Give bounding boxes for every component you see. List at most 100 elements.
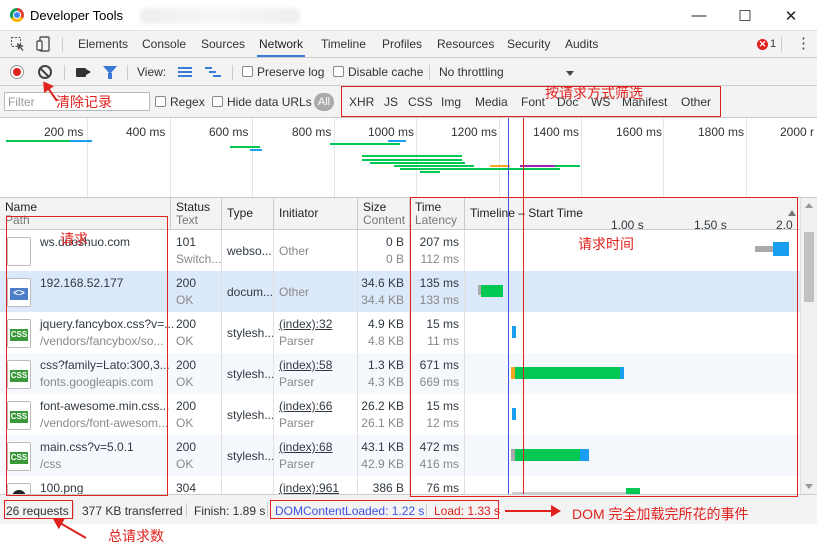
column-type-label: Type [227,206,254,220]
network-overview[interactable]: 200 ms 400 ms 600 ms 800 ms 1000 ms 1200… [0,118,817,198]
size-text: 34.6 KB [361,276,404,290]
initiator-cell[interactable]: (index):32 Parser [274,312,358,353]
overview-gridline [746,118,747,197]
column-status[interactable]: Status Text [171,198,222,230]
overview-tick-label: 200 ms [44,125,84,139]
initiator-cell[interactable]: (index):58 Parser [274,353,358,394]
tab-resources[interactable]: Resources [435,31,496,57]
divider [73,503,74,517]
initiator-cell[interactable]: (index):68 Parser [274,435,358,476]
type-cell: stylesh... [222,435,274,476]
status-cell: 200 OK [171,435,222,476]
column-content-label: Content [363,213,406,227]
preserve-log-checkbox[interactable] [242,66,253,77]
tab-console[interactable]: Console [140,31,188,57]
initiator-sub: Parser [279,375,315,389]
overview-bar [370,162,465,164]
transferred-size: 377 KB transferred [82,504,183,518]
maximize-button[interactable]: ☐ [722,0,768,31]
annotation-box-filter-types [341,86,721,117]
status-text: OK [176,293,194,307]
regex-checkbox[interactable] [155,96,166,107]
vertical-scrollbar[interactable] [800,198,817,494]
size-cell: 4.9 KB 4.8 KB [358,312,410,353]
blurred-url [140,8,300,24]
initiator-link[interactable]: (index):32 [279,316,357,333]
initiator-link[interactable]: (index):66 [279,398,357,415]
initiator-link[interactable]: (index):58 [279,357,357,374]
divider [186,503,187,517]
status-cell: 200 OK [171,271,222,312]
overview-load-line [523,118,524,197]
large-rows-icon[interactable] [178,67,192,77]
tab-elements[interactable]: Elements [76,31,130,57]
scroll-down-icon[interactable] [805,484,813,489]
initiator-cell: Other [274,230,358,271]
overview-tick-label: 1800 ms [698,125,745,139]
size-cell: 386 B [358,476,410,494]
status-text: OK [176,416,194,430]
hide-data-urls-checkbox[interactable] [212,96,223,107]
status-text: OK [176,457,194,471]
overview-bar [70,140,92,142]
window-title: Developer Tools [30,8,123,23]
overview-tick-label: 1000 ms [368,125,415,139]
close-button[interactable]: ✕ [768,0,814,31]
annotation-requests: 请求 [60,231,88,247]
tab-timeline[interactable]: Timeline [319,31,368,57]
content-size-text: 4.8 KB [367,334,404,348]
tab-sources[interactable]: Sources [199,31,247,57]
disable-cache-checkbox[interactable] [333,66,344,77]
initiator-link[interactable]: (index):68 [279,439,357,456]
overview-gridline [170,118,171,197]
column-initiator[interactable]: Initiator [274,198,358,230]
status-cell: 200 OK [171,312,222,353]
throttling-select[interactable]: No throttling [439,65,504,79]
error-count: 1 [770,38,777,50]
overview-tick-label: 800 ms [292,125,332,139]
filter-all-button[interactable]: All [314,93,334,111]
minimize-button[interactable]: — [676,0,722,31]
overview-gridline [416,118,417,197]
content-size-text: 4.3 KB [367,375,404,389]
status-cell: 200 OK [171,353,222,394]
overview-bar [330,143,400,145]
overview-bar [520,165,560,167]
overview-bar [388,140,406,142]
scroll-up-icon[interactable] [805,203,813,208]
tab-profiles[interactable]: Profiles [380,31,424,57]
status-text: OK [176,334,194,348]
overview-bar [250,149,262,151]
annotation-dom-event: DOM 完全加载完所花的事件 [572,506,749,522]
initiator-sub: Parser [279,416,315,430]
initiator-cell[interactable]: (index):66 Parser [274,394,358,435]
more-options-icon[interactable]: ⋮ [796,36,811,52]
filter-icon[interactable] [103,66,117,79]
overview-gridline [581,118,582,197]
scrollbar-thumb[interactable] [804,232,814,302]
inspect-element-icon[interactable] [10,36,26,52]
divider [781,37,782,52]
column-type[interactable]: Type [222,198,274,230]
size-text: 4.9 KB [367,317,404,331]
status-cell: 304 [171,476,222,494]
capture-screenshots-icon[interactable] [76,68,91,77]
overview-icon[interactable] [205,67,221,77]
error-count-badge[interactable]: ✕ 1 [757,38,776,50]
status-code: 200 [176,440,197,454]
initiator-link[interactable]: (index):961 [279,480,357,494]
column-size[interactable]: Size Content [358,198,410,230]
device-mode-icon[interactable] [36,36,52,52]
initiator-cell[interactable]: (index):961 [274,476,358,494]
view-label: View: [137,65,167,79]
clear-icon[interactable] [38,65,52,79]
size-cell: 1.3 KB 4.3 KB [358,353,410,394]
tab-audits[interactable]: Audits [563,31,600,57]
tab-security[interactable]: Security [505,31,552,57]
divider [127,65,128,80]
chevron-down-icon[interactable] [566,71,574,76]
column-name-label: Name [5,200,38,214]
tab-network[interactable]: Network [257,31,306,57]
record-button[interactable] [10,65,24,79]
divider [267,503,268,517]
